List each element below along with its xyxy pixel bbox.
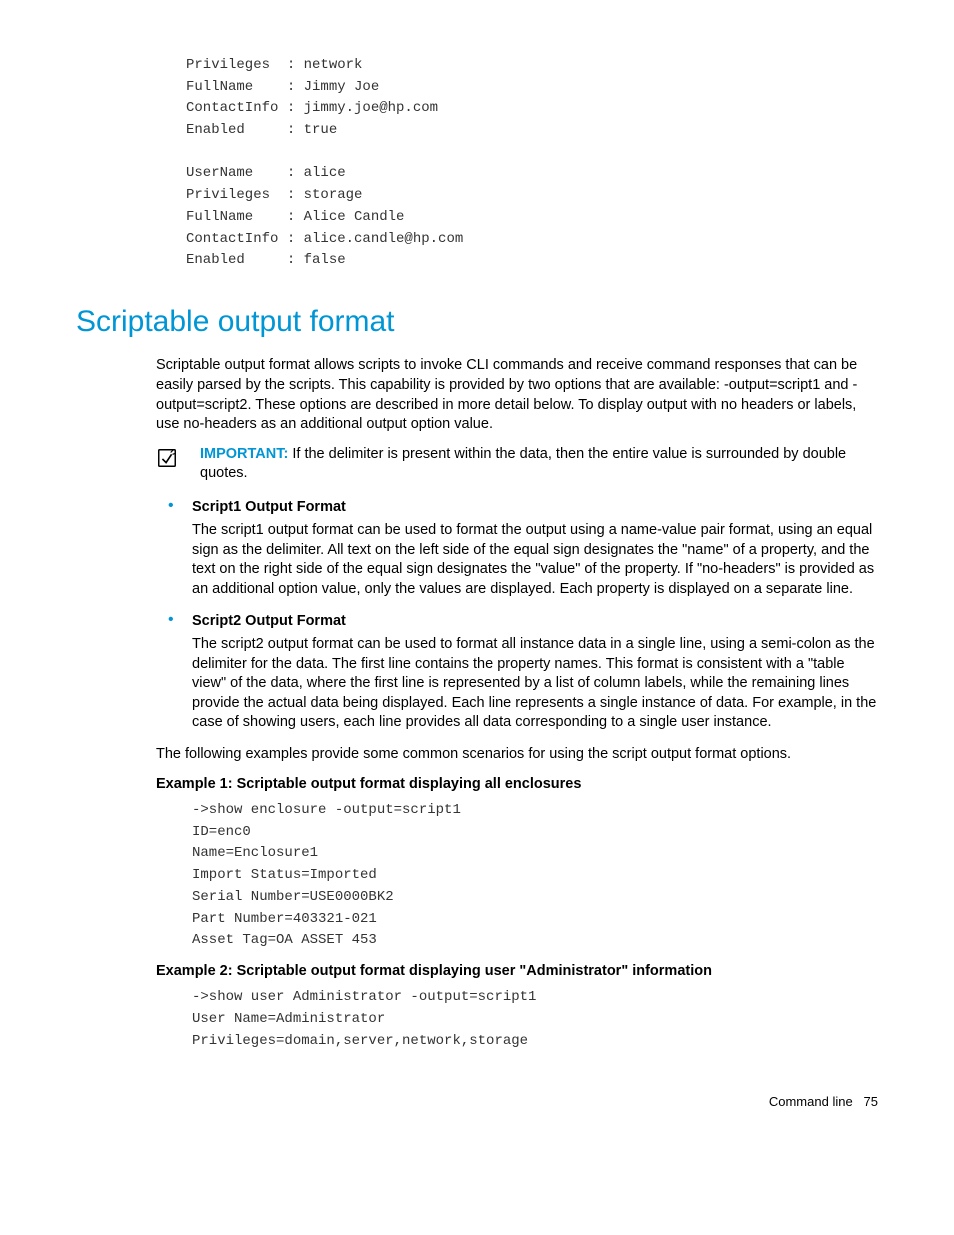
- important-text: If the delimiter is present within the d…: [200, 446, 846, 482]
- example2-title: Example 2: Scriptable output format disp…: [156, 962, 878, 982]
- footer-section: Command line: [769, 1094, 853, 1109]
- example2-code: ->show user Administrator -output=script…: [192, 987, 878, 1052]
- bullet-title: Script1 Output Format: [192, 498, 878, 518]
- page-footer: Command line 75: [76, 1093, 878, 1111]
- bullet-body: The script1 output format can be used to…: [192, 521, 878, 599]
- important-icon: [156, 447, 178, 476]
- footer-page: 75: [864, 1094, 878, 1109]
- code-block-top: Privileges : network FullName : Jimmy Jo…: [186, 55, 878, 272]
- example1-title: Example 1: Scriptable output format disp…: [156, 775, 878, 795]
- bullet-title: Script2 Output Format: [192, 612, 878, 632]
- intro-paragraph: Scriptable output format allows scripts …: [156, 356, 878, 434]
- bullet-script2: Script2 Output Format The script2 output…: [156, 612, 878, 733]
- example1-code: ->show enclosure -output=script1 ID=enc0…: [192, 800, 878, 952]
- important-callout: IMPORTANT: If the delimiter is present w…: [156, 445, 878, 484]
- section-heading: Scriptable output format: [76, 302, 878, 343]
- bullet-body: The script2 output format can be used to…: [192, 635, 878, 733]
- bullet-script1: Script1 Output Format The script1 output…: [156, 498, 878, 600]
- examples-intro: The following examples provide some comm…: [156, 745, 878, 765]
- important-label: IMPORTANT:: [200, 446, 288, 462]
